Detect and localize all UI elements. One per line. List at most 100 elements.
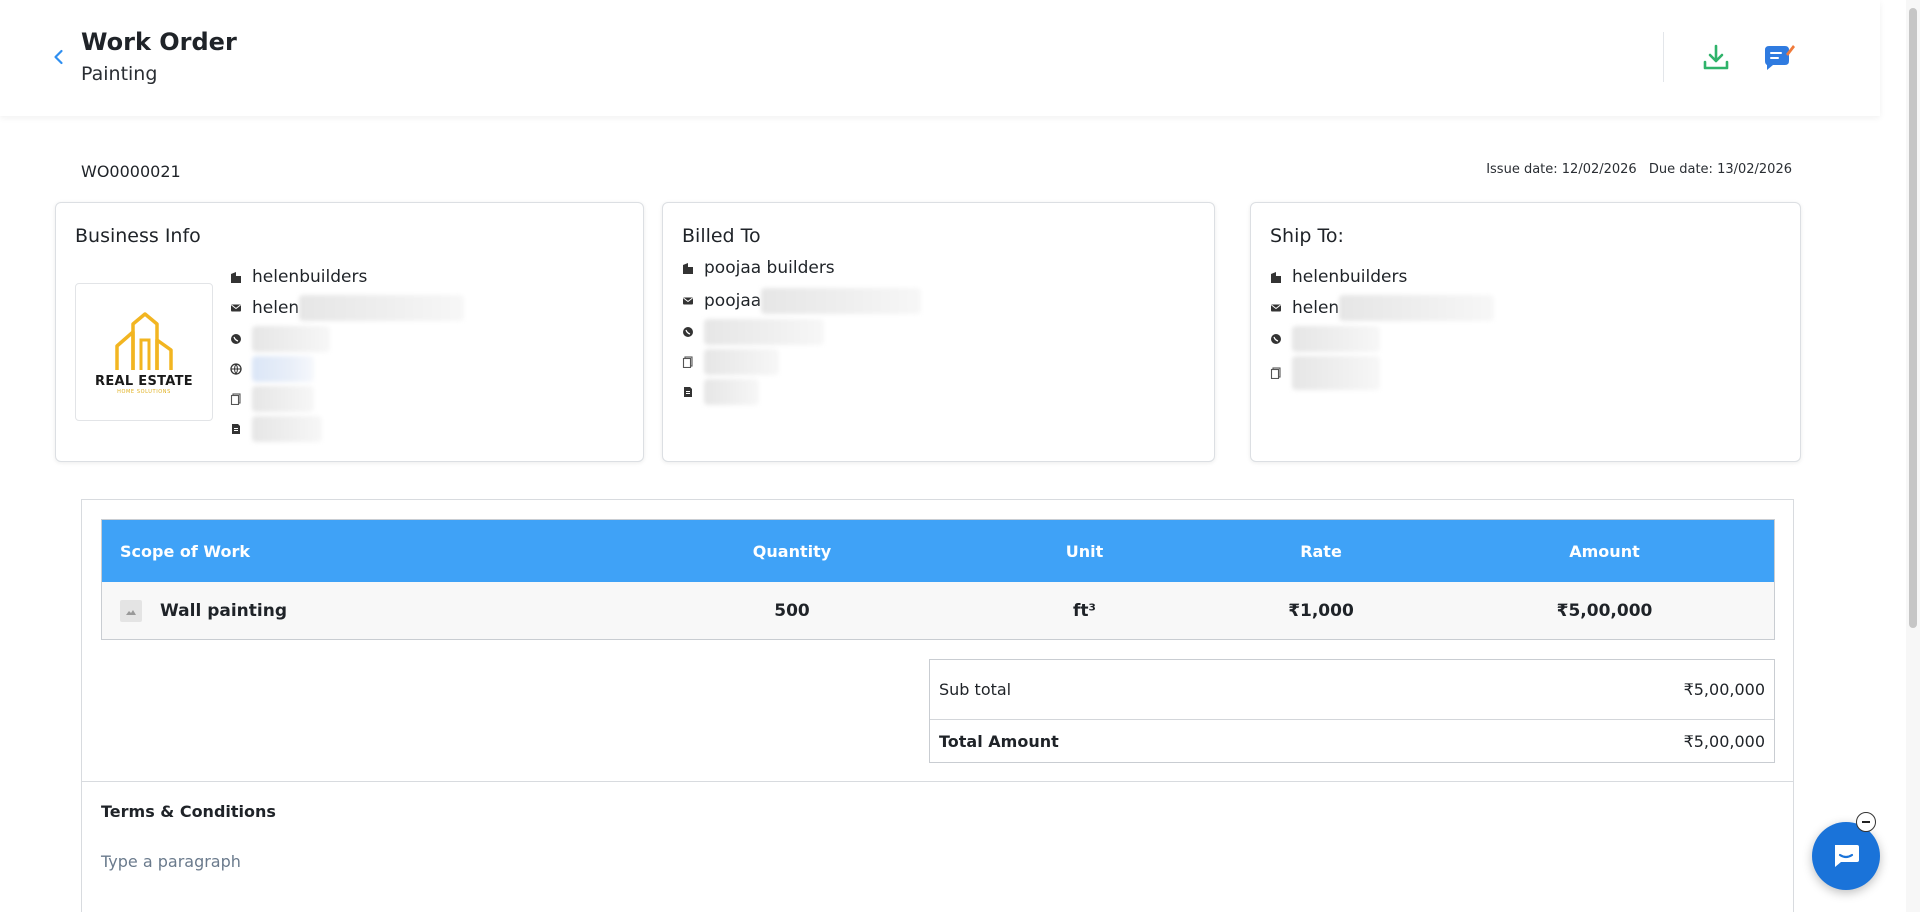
- billed-tax-row: [682, 349, 779, 375]
- redacted-email: [299, 295, 465, 321]
- envelope-icon: [230, 302, 242, 314]
- work-order-number: WO0000021: [81, 162, 181, 181]
- redacted-phone: [1292, 326, 1380, 352]
- item-quantity: 500: [774, 600, 810, 621]
- redacted-phone: [704, 319, 824, 345]
- ship-email-row: helen: [1270, 295, 1495, 321]
- business-email-row: helen: [230, 295, 465, 321]
- item-amount: ₹5,00,000: [1556, 600, 1653, 621]
- document-copy-icon: [1270, 367, 1282, 379]
- totals-box: Sub total ₹5,00,000 Total Amount ₹5,00,0…: [929, 659, 1775, 763]
- business-file-row: [230, 416, 322, 442]
- items-table: Scope of Work Quantity Unit Rate Amount …: [101, 519, 1775, 640]
- file-icon: [682, 386, 694, 398]
- page-title: Work Order: [81, 28, 237, 56]
- issue-date: Issue date: 12/02/2026: [1486, 162, 1637, 177]
- subtotal-value: ₹5,00,000: [1683, 680, 1765, 699]
- billed-name-row: poojaa builders: [682, 258, 835, 278]
- document-copy-icon: [682, 356, 694, 368]
- ship-phone-row: [1270, 326, 1380, 352]
- cell-scope: Wall painting: [102, 599, 622, 622]
- redacted-email: [761, 288, 922, 314]
- envelope-icon: [682, 295, 694, 307]
- chat-icon: [1835, 845, 1859, 867]
- document-copy-icon: [230, 393, 242, 405]
- table-header-row: Scope of Work Quantity Unit Rate Amount: [102, 520, 1774, 582]
- redacted-email: [1339, 295, 1495, 321]
- scrollbar[interactable]: [1906, 0, 1920, 912]
- logo-subtext: HOME SOLUTIONS: [117, 388, 171, 395]
- item-rate: ₹1,000: [1288, 600, 1354, 621]
- terms-input[interactable]: Type a paragraph: [101, 852, 241, 871]
- total-row: Total Amount ₹5,00,000: [930, 720, 1774, 762]
- redacted-tax-id: [704, 349, 779, 375]
- terms-divider: [82, 781, 1793, 782]
- business-info-title: Business Info: [75, 225, 201, 247]
- header-rate: Rate: [1300, 541, 1342, 561]
- terms-title: Terms & Conditions: [101, 802, 276, 821]
- minus-icon: [1862, 821, 1870, 823]
- ship-name: helenbuilders: [1292, 267, 1408, 287]
- download-icon: [1703, 44, 1729, 70]
- item-unit: ft³: [1073, 600, 1096, 621]
- header-amount: Amount: [1569, 541, 1640, 561]
- chat-edit-button[interactable]: [1762, 42, 1796, 74]
- billed-file-row: [682, 379, 759, 405]
- ship-email: helen: [1292, 298, 1340, 318]
- header-scope: Scope of Work: [120, 541, 250, 561]
- download-button[interactable]: [1700, 42, 1732, 74]
- building-icon: [682, 262, 694, 274]
- billed-email: poojaa: [704, 291, 762, 311]
- header-quantity: Quantity: [752, 541, 832, 561]
- page-header: Work Order Painting: [0, 0, 1880, 116]
- scrollbar-thumb[interactable]: [1909, 8, 1917, 628]
- subtotal-label: Sub total: [939, 680, 1012, 699]
- ship-tax-row: [1270, 356, 1380, 390]
- header-divider: [1663, 32, 1664, 82]
- redacted-tax-id: [252, 386, 314, 412]
- chat-minimize-button[interactable]: [1856, 812, 1876, 832]
- logo-text: REAL ESTATE: [95, 373, 193, 389]
- phone-icon: [230, 333, 242, 345]
- phone-icon: [682, 326, 694, 338]
- billed-name: poojaa builders: [704, 258, 835, 278]
- redacted-file: [252, 416, 322, 442]
- globe-icon: [230, 363, 242, 375]
- business-tax-row: [230, 386, 314, 412]
- table-row: Wall painting 500 ft³ ₹1,000 ₹5,00,000: [102, 582, 1774, 639]
- chat-edit-icon: [1765, 45, 1795, 70]
- back-button[interactable]: [50, 48, 68, 66]
- business-name: helenbuilders: [252, 267, 368, 287]
- total-value: ₹5,00,000: [1683, 731, 1765, 751]
- redacted-phone: [252, 326, 330, 352]
- billed-phone-row: [682, 319, 824, 345]
- redacted-file: [704, 379, 759, 405]
- business-name-row: helenbuilders: [230, 267, 367, 287]
- building-icon: [1270, 271, 1282, 283]
- ship-to-title: Ship To:: [1270, 225, 1344, 247]
- due-date: Due date: 13/02/2026: [1648, 162, 1792, 177]
- phone-icon: [1270, 333, 1282, 345]
- building-icon: [230, 271, 242, 283]
- redacted-website: [252, 356, 314, 382]
- total-label: Total Amount: [939, 731, 1059, 751]
- envelope-icon: [1270, 302, 1282, 314]
- business-email: helen: [252, 298, 300, 318]
- items-section: Scope of Work Quantity Unit Rate Amount …: [81, 499, 1794, 912]
- billed-to-card: Billed To poojaa builders poojaa: [662, 202, 1215, 462]
- ship-name-row: helenbuilders: [1270, 267, 1407, 287]
- billed-to-title: Billed To: [682, 225, 761, 247]
- business-website-row: [230, 356, 314, 382]
- chat-widget-button[interactable]: [1812, 822, 1880, 890]
- page-subtitle: Painting: [81, 63, 158, 85]
- item-scope: Wall painting: [160, 600, 287, 621]
- redacted-tax-id: [1292, 356, 1380, 390]
- file-icon: [230, 423, 242, 435]
- business-info-card: Business Info REAL ESTATE HOME SOLUTIONS…: [55, 202, 644, 462]
- real-estate-logo-icon: [115, 311, 173, 370]
- subtotal-row: Sub total ₹5,00,000: [930, 660, 1774, 720]
- chevron-left-icon: [54, 49, 63, 65]
- business-phone-row: [230, 326, 330, 352]
- item-image-icon: [120, 599, 142, 622]
- billed-email-row: poojaa: [682, 288, 922, 314]
